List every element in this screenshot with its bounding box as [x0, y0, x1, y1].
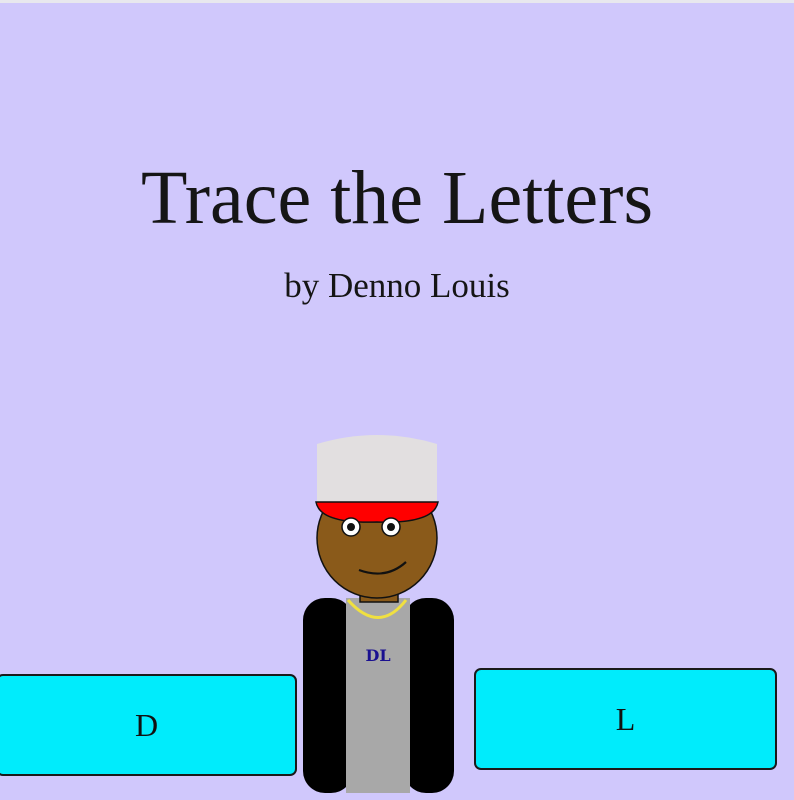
letter-l-button[interactable]: L [474, 668, 777, 770]
top-border [0, 0, 794, 3]
cap-crown [317, 435, 437, 502]
character-avatar: DL [296, 430, 466, 800]
jacket-right [404, 598, 454, 793]
jacket-left [303, 598, 353, 793]
shirt-text: DL [365, 646, 390, 665]
game-title: Trace the Letters [140, 156, 654, 240]
game-screen: Trace the Letters by Denno Louis DL D L [0, 0, 794, 800]
letter-d-button[interactable]: D [0, 674, 297, 776]
shirt [346, 598, 410, 793]
author-byline: by Denno Louis [284, 266, 510, 305]
